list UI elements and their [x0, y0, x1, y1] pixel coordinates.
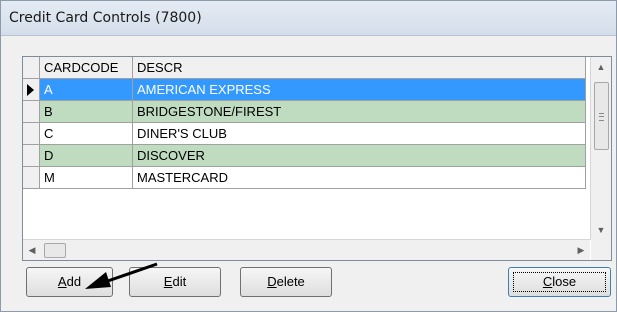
- descr-cell[interactable]: AMERICAN EXPRESS: [133, 79, 586, 101]
- descr-cell[interactable]: DINER'S CLUB: [133, 123, 586, 145]
- scroll-down-arrow-icon[interactable]: ▼: [591, 220, 611, 240]
- cardcode-cell[interactable]: D: [40, 145, 133, 167]
- descr-cell[interactable]: MASTERCARD: [133, 167, 586, 189]
- header-indicator-cell: [23, 57, 40, 79]
- close-button[interactable]: Close: [508, 267, 611, 297]
- scroll-right-arrow-icon[interactable]: ▶: [572, 240, 590, 260]
- row-indicator-cell: [23, 101, 40, 123]
- edit-button[interactable]: Edit: [129, 267, 221, 297]
- cardcode-cell[interactable]: C: [40, 123, 133, 145]
- cardcode-cell[interactable]: B: [40, 101, 133, 123]
- delete-button[interactable]: Delete: [240, 267, 332, 297]
- add-label-rest: dd: [66, 274, 82, 289]
- horizontal-scrollbar[interactable]: ◀ ▶: [23, 239, 590, 260]
- vertical-scrollbar[interactable]: ▲ ▼: [590, 57, 611, 240]
- table-row[interactable]: C DINER'S CLUB: [23, 123, 586, 145]
- cardcode-cell[interactable]: M: [40, 167, 133, 189]
- focus-rectangle: [513, 272, 606, 292]
- credit-card-controls-window: Credit Card Controls (7800) CARDCODE DES…: [0, 0, 617, 312]
- horizontal-scroll-thumb[interactable]: [44, 243, 66, 258]
- scroll-left-arrow-icon[interactable]: ◀: [23, 240, 41, 260]
- window-title: Credit Card Controls (7800): [9, 10, 202, 26]
- grid-header-row: CARDCODE DESCR: [23, 57, 586, 79]
- column-header-descr[interactable]: DESCR: [133, 57, 586, 79]
- column-header-cardcode[interactable]: CARDCODE: [40, 57, 133, 79]
- table-row[interactable]: M MASTERCARD: [23, 167, 586, 189]
- credit-card-grid[interactable]: CARDCODE DESCR A AMERICAN EXPRESS B BRID…: [22, 56, 612, 261]
- title-bar[interactable]: Credit Card Controls (7800): [1, 1, 616, 36]
- row-indicator-cell: [23, 123, 40, 145]
- grip-icon: [599, 113, 604, 121]
- table-row[interactable]: B BRIDGESTONE/FIREST: [23, 101, 586, 123]
- scroll-up-arrow-icon[interactable]: ▲: [591, 57, 611, 77]
- table-row[interactable]: A AMERICAN EXPRESS: [23, 79, 586, 101]
- delete-mnemonic: D: [267, 274, 277, 289]
- descr-cell[interactable]: BRIDGESTONE/FIREST: [133, 101, 586, 123]
- scrollbar-corner: [591, 240, 611, 260]
- delete-label-rest: elete: [276, 274, 305, 289]
- row-indicator-cell: [23, 167, 40, 189]
- vertical-scroll-thumb[interactable]: [594, 82, 609, 150]
- descr-cell[interactable]: DISCOVER: [133, 145, 586, 167]
- add-mnemonic: A: [57, 274, 67, 289]
- add-button[interactable]: Add: [26, 267, 113, 297]
- row-indicator-cell: [23, 145, 40, 167]
- row-indicator-cell: [23, 79, 40, 101]
- current-row-arrow-icon: [27, 84, 34, 96]
- edit-label-rest: dit: [172, 274, 187, 289]
- cardcode-cell[interactable]: A: [40, 79, 133, 101]
- table-row[interactable]: D DISCOVER: [23, 145, 586, 167]
